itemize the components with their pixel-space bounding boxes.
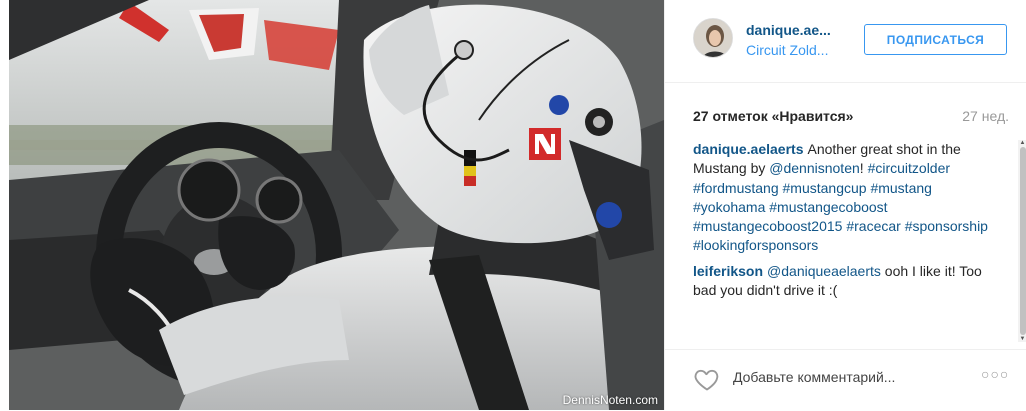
photo-illustration [9,0,664,410]
post-header: danique.ae... Circuit Zold... ПОДПИСАТЬС… [665,0,1026,83]
post-photo[interactable]: DennisNoten.com [9,0,664,410]
follow-button[interactable]: ПОДПИСАТЬСЯ [864,24,1007,55]
avatar[interactable] [693,18,733,58]
post-location[interactable]: Circuit Zold... [746,42,861,58]
more-options-icon[interactable]: ○○○ [981,366,1011,386]
comments-list: danique.aelaerts Another great shot in th… [693,140,995,340]
comment-author[interactable]: danique.aelaerts [693,141,804,157]
likes-count[interactable]: 27 отметок «Нравится» [693,108,853,124]
comment-text-end: ! [859,160,864,177]
avatar-image-icon [694,19,732,57]
heart-icon[interactable] [693,365,721,393]
scroll-up-arrow-icon[interactable]: ▲ [1019,140,1026,146]
comment-mention[interactable]: @dennisnoten [769,160,860,176]
scroll-thumb[interactable] [1020,147,1026,335]
photo-watermark: DennisNoten.com [562,393,658,407]
post-time[interactable]: 27 нед. [962,108,1009,124]
post-author-username[interactable]: danique.ae... [746,22,861,38]
comment-author[interactable]: leiferikson [693,263,763,279]
caption-comment: danique.aelaerts Another great shot in th… [693,140,995,256]
scroll-down-arrow-icon[interactable]: ▼ [1019,336,1026,342]
comment-mention[interactable]: @daniqueaelaerts [767,263,881,279]
post-side-panel: danique.ae... Circuit Zold... ПОДПИСАТЬС… [664,0,1026,410]
comment: leiferikson @daniqueaelaerts ooh I like i… [693,262,995,301]
post-footer: ○○○ [665,349,1026,411]
comment-input[interactable] [733,366,943,388]
